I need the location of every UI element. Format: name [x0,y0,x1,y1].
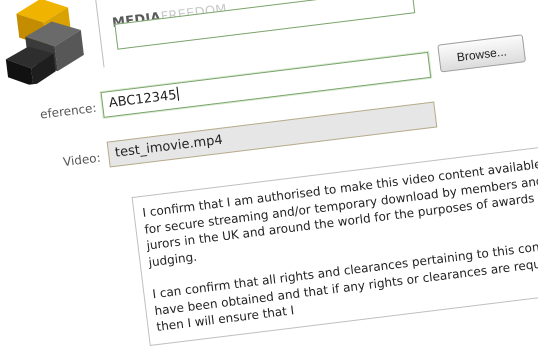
reference-label: eference: [39,100,98,122]
app-window: MEDIAFREEDOM Browse... eference: ABC1234… [0,0,538,346]
header-divider [95,0,105,68]
media-freedom-logo-icon [5,0,84,87]
reference-value: ABC12345 [108,87,178,112]
form-panel: MEDIAFREEDOM Browse... eference: ABC1234… [0,0,538,349]
declaration-textarea[interactable]: I confirm that I am authorised to make t… [131,143,538,346]
top-text-field[interactable] [114,0,416,50]
video-label: Video: [62,150,102,170]
browse-button[interactable]: Browse... [437,34,527,73]
